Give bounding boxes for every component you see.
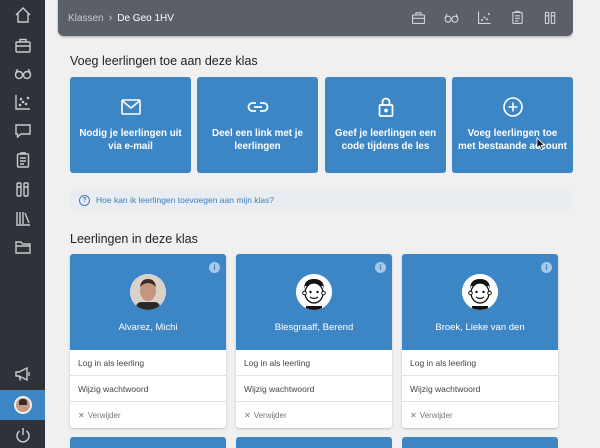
student-card-header: i Blesgraaff, Berend	[236, 254, 392, 350]
tile-label: Deel een link met je leerlingen	[212, 128, 303, 152]
close-icon: ✕	[244, 410, 251, 420]
folder-icon[interactable]	[0, 233, 45, 261]
glasses-icon[interactable]	[443, 9, 460, 31]
remove-student-button[interactable]: ✕ Verwijder	[236, 402, 392, 428]
student-card-header: i Alvarez, Michi	[70, 254, 226, 350]
megaphone-icon[interactable]	[0, 360, 45, 388]
link-icon	[247, 102, 268, 112]
class-code-tile[interactable]: Geef je leerlingen een code tijdens de l…	[325, 77, 446, 173]
chat-icon[interactable]	[0, 117, 45, 145]
close-icon: ✕	[78, 410, 85, 420]
change-password-link[interactable]: Wijzig wachtwoord	[236, 376, 392, 402]
plus-circle-icon	[502, 97, 523, 117]
login-as-student-link[interactable]: Log in als leerling	[70, 350, 226, 376]
student-name: Blesgraaff, Berend	[274, 322, 354, 333]
breadcrumb-parent[interactable]: Klassen	[68, 13, 104, 24]
help-text: Hoe kan ik leerlingen toevoegen aan mijn…	[96, 195, 275, 205]
student-card-header: i Broek, Lieke van den	[402, 254, 558, 350]
login-as-student-link[interactable]: Log in als leerling	[402, 350, 558, 376]
info-icon[interactable]: i	[209, 262, 220, 273]
close-icon: ✕	[410, 410, 417, 420]
power-icon[interactable]	[0, 421, 45, 448]
student-card-partial	[236, 437, 392, 448]
info-icon[interactable]: i	[375, 262, 386, 273]
remove-student-button[interactable]: ✕ Verwijder	[70, 402, 226, 428]
help-link[interactable]: ? Hoe kan ik leerlingen toevoegen aan mi…	[70, 190, 573, 210]
student-name: Broek, Lieke van den	[435, 322, 525, 333]
student-name: Alvarez, Michi	[118, 322, 178, 333]
tile-label: Geef je leerlingen een code tijdens de l…	[334, 128, 437, 152]
students-title: Leerlingen in deze klas	[70, 232, 198, 246]
home-icon[interactable]	[0, 1, 45, 29]
student-card: i Broek, Lieke van den Log in als leerli…	[402, 254, 558, 428]
scroll-gutter	[573, 0, 600, 448]
change-password-link[interactable]: Wijzig wachtwoord	[402, 376, 558, 402]
student-card: i Blesgraaff, Berend Log in als leerling…	[236, 254, 392, 428]
briefcase-icon[interactable]	[0, 31, 45, 59]
tile-label: Voeg leerlingen toe met bestaande accoun…	[458, 128, 567, 152]
change-password-link[interactable]: Wijzig wachtwoord	[70, 376, 226, 402]
existing-account-tile[interactable]: Voeg leerlingen toe met bestaande accoun…	[452, 77, 573, 173]
remove-student-button[interactable]: ✕ Verwijder	[402, 402, 558, 428]
add-students-title: Voeg leerlingen toe aan deze klas	[70, 54, 258, 68]
clipboard-icon[interactable]	[0, 146, 45, 174]
student-card-partial	[70, 437, 226, 448]
invite-email-tile[interactable]: Nodig je leerlingen uit via e-mail	[70, 77, 191, 173]
briefcase-icon[interactable]	[410, 9, 427, 31]
student-card: i Alvarez, Michi Log in als leerling Wij…	[70, 254, 226, 428]
glasses-icon[interactable]	[0, 59, 45, 87]
student-avatar	[130, 274, 166, 310]
clipboard-icon[interactable]	[509, 9, 526, 31]
chevron-right-icon: ›	[108, 12, 113, 24]
sidebar	[0, 0, 45, 448]
question-icon: ?	[79, 194, 90, 206]
books-icon[interactable]	[542, 9, 559, 31]
chart-icon[interactable]	[0, 88, 45, 116]
info-icon[interactable]: i	[541, 262, 552, 273]
login-as-student-link[interactable]: Log in als leerling	[236, 350, 392, 376]
share-link-tile[interactable]: Deel een link met je leerlingen	[197, 77, 318, 173]
student-avatar	[296, 274, 332, 310]
top-bar: Klassen › De Geo 1HV	[58, 0, 573, 36]
tile-label: Nodig je leerlingen uit via e-mail	[79, 128, 182, 152]
books-icon[interactable]	[0, 175, 45, 203]
lock-icon	[378, 97, 393, 117]
student-avatar	[462, 274, 498, 310]
top-icon-bar	[410, 9, 559, 31]
avatar[interactable]	[0, 390, 45, 420]
breadcrumb: Klassen › De Geo 1HV	[68, 12, 174, 24]
chart-icon[interactable]	[476, 9, 493, 31]
breadcrumb-current: De Geo 1HV	[117, 12, 174, 24]
library-icon[interactable]	[0, 204, 45, 232]
student-card-partial	[402, 437, 558, 448]
mail-icon	[120, 99, 141, 115]
cursor-icon	[536, 137, 546, 151]
